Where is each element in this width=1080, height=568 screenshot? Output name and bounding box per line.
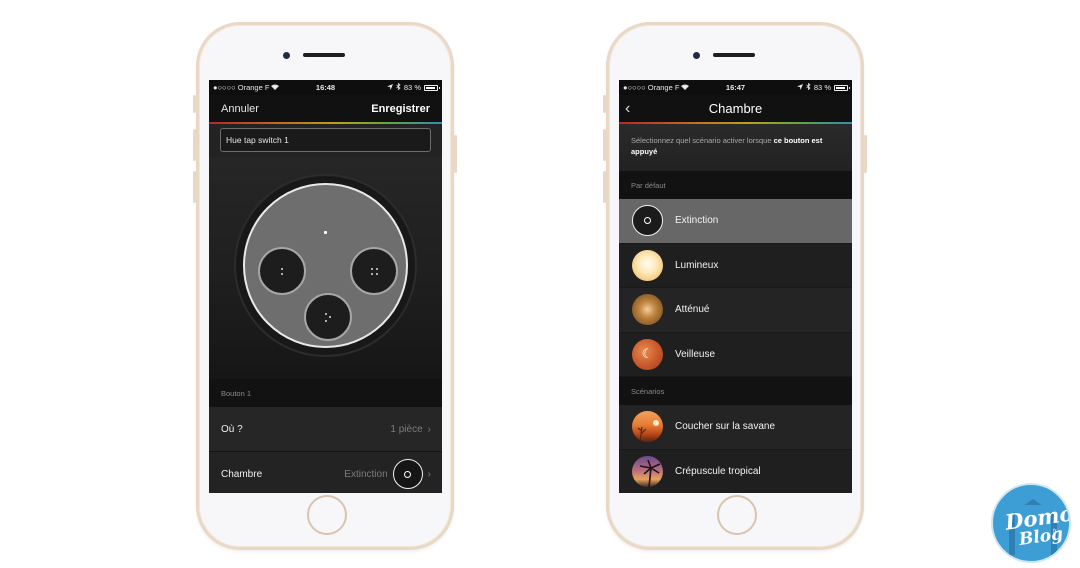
home-button: [717, 495, 757, 535]
button-dot: [325, 320, 327, 322]
scene-label: Veilleuse: [675, 348, 716, 360]
status-bar: ●○○○○ Orange F 16:48 83 %: [209, 80, 442, 95]
scene-item-coucher-savane[interactable]: Coucher sur la savane: [619, 405, 852, 450]
battery-icon: [424, 84, 440, 91]
button-dot: [371, 273, 373, 275]
scene-item-lumineux[interactable]: Lumineux: [619, 243, 852, 288]
switch-name-input[interactable]: [220, 128, 431, 152]
button-dot: [329, 316, 331, 318]
wifi-icon: [681, 83, 690, 92]
location-arrow-icon: [796, 83, 803, 92]
row-location[interactable]: Où ? 1 pièce ›: [209, 407, 442, 452]
section-header-default: Par défaut: [619, 171, 852, 199]
tap-switch-face[interactable]: [243, 183, 408, 348]
tap-button-3[interactable]: [304, 293, 352, 341]
row-value: 1 pièce: [390, 423, 423, 435]
button-dot: [281, 273, 283, 275]
volume-down-button: [193, 171, 196, 203]
volume-up-button: [603, 129, 606, 161]
button-dot: [325, 313, 327, 315]
volume-up-button: [193, 129, 196, 161]
wifi-icon: [271, 83, 280, 92]
page-title: Chambre: [708, 101, 763, 116]
name-area: [209, 124, 442, 157]
scene-item-attenue[interactable]: Atténué: [619, 288, 852, 333]
mute-switch: [193, 95, 196, 113]
battery-icon: [834, 84, 850, 91]
scene-label: Crépuscule tropical: [675, 465, 761, 477]
tap-switch-area: [209, 157, 442, 379]
battery-percent: 83 %: [403, 83, 421, 92]
scene-item-crepuscule-tropical[interactable]: Crépuscule tropical: [619, 449, 852, 493]
status-bar: ●○○○○ Orange F 16:47 83 %: [619, 80, 852, 95]
tap-button-4[interactable]: [350, 247, 398, 295]
power-button: [454, 135, 457, 173]
home-button: [307, 495, 347, 535]
scene-label: Lumineux: [675, 259, 719, 271]
phone-right: ●○○○○ Orange F 16:47 83 % ‹ Chambre Séle…: [603, 22, 867, 550]
battery-percent: 83 %: [813, 83, 831, 92]
mute-switch: [603, 95, 606, 113]
earpiece-speaker: [713, 53, 755, 57]
button-dot: [281, 268, 283, 270]
clock: 16:47: [725, 83, 746, 92]
scene-label: Atténué: [675, 304, 710, 316]
phone-left: ●○○○○ Orange F 16:48 83 % Annuler Enregi…: [193, 22, 457, 550]
section-header-scenes: Scénarios: [619, 377, 852, 405]
chevron-right-icon: ›: [427, 423, 431, 435]
power-off-icon: [392, 459, 423, 489]
screen-right: ●○○○○ Orange F 16:47 83 % ‹ Chambre Séle…: [619, 80, 852, 493]
row-label: Chambre: [221, 468, 263, 480]
location-arrow-icon: [386, 83, 393, 92]
domoblog-logo: Domo Blog fr: [991, 483, 1071, 563]
chevron-right-icon: ›: [427, 468, 431, 480]
scene-label: Extinction: [675, 215, 719, 227]
front-camera: [693, 52, 700, 59]
row-room-scene[interactable]: Chambre Extinction ›: [209, 452, 442, 493]
row-label: Où ?: [221, 423, 243, 435]
bluetooth-icon: [806, 82, 811, 92]
carrier-label: ●○○○○ Orange F: [623, 83, 680, 92]
scene-item-veilleuse[interactable]: ☾ Veilleuse: [619, 332, 852, 377]
intro-text-regular: Sélectionnez quel scénario activer lorsq…: [631, 136, 774, 145]
tropical-twilight-icon: [632, 455, 663, 487]
bluetooth-icon: [396, 82, 401, 92]
tap-switch-ring: [234, 174, 417, 357]
power-off-icon: [632, 205, 663, 237]
bright-light-icon: [632, 249, 663, 281]
dimmed-light-icon: [632, 294, 663, 326]
back-chevron-icon[interactable]: ‹: [625, 100, 630, 117]
button-dot: [371, 268, 373, 270]
screen-left: ●○○○○ Orange F 16:48 83 % Annuler Enregi…: [209, 80, 442, 493]
logo-text-suffix: fr: [1053, 529, 1057, 535]
scene-item-extinction[interactable]: Extinction: [619, 199, 852, 244]
power-button: [864, 135, 867, 173]
cancel-button[interactable]: Annuler: [221, 103, 259, 115]
section-header-button: Bouton 1: [209, 379, 442, 407]
night-light-icon: ☾: [632, 338, 663, 370]
earpiece-speaker: [303, 53, 345, 57]
volume-down-button: [603, 171, 606, 203]
scene-label: Coucher sur la savane: [675, 421, 776, 433]
tap-button-1[interactable]: [258, 247, 306, 295]
row-value: Extinction: [344, 468, 388, 480]
front-camera: [283, 52, 290, 59]
save-button[interactable]: Enregistrer: [371, 103, 430, 115]
tap-switch-led-dot: [324, 231, 327, 234]
button-dot: [376, 273, 378, 275]
intro-text: Sélectionnez quel scénario activer lorsq…: [619, 124, 852, 171]
clock: 16:48: [315, 83, 336, 92]
nav-bar: ‹ Chambre: [619, 95, 852, 122]
carrier-label: ●○○○○ Orange F: [213, 83, 270, 92]
nav-bar: Annuler Enregistrer: [209, 95, 442, 122]
savanna-sunset-icon: [632, 411, 663, 443]
button-dot: [376, 268, 378, 270]
